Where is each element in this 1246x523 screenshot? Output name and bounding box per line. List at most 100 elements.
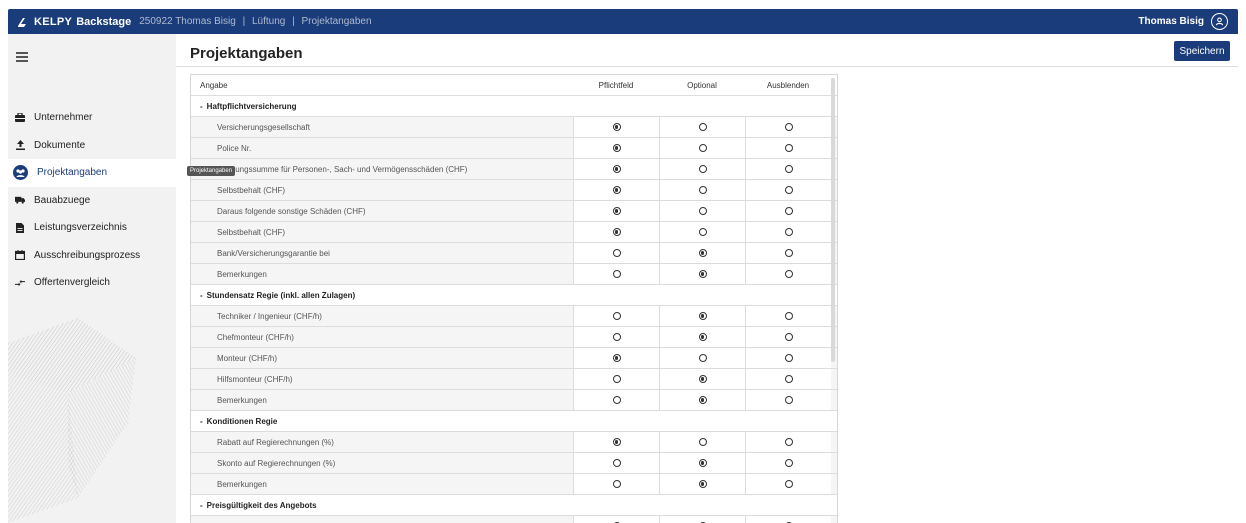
option-cell (659, 243, 745, 263)
radio-optional[interactable] (698, 144, 707, 152)
option-cell (573, 348, 659, 368)
collapse-icon[interactable]: - (200, 417, 203, 426)
user-circle-icon[interactable] (1211, 13, 1228, 30)
option-cell (659, 369, 745, 389)
projektangaben-table: Angabe Pflichtfeld Optional Ausblenden -… (190, 74, 838, 523)
sidebar-item-ausschreibungsprozess[interactable]: Ausschreibungsprozess (8, 242, 176, 270)
radio-optional[interactable] (698, 438, 707, 446)
radio-pflichtfeld[interactable] (612, 375, 621, 383)
radio-optional[interactable] (698, 123, 707, 131)
radio-pflichtfeld[interactable] (612, 312, 621, 320)
radio-optional[interactable] (698, 249, 707, 257)
row-label-text: Bemerkungen (217, 395, 267, 405)
radio-pflichtfeld[interactable] (612, 438, 621, 446)
radio-pflichtfeld[interactable] (612, 480, 621, 488)
sidebar-item-unternehmer[interactable]: Unternehmer (8, 104, 176, 132)
radio-pflichtfeld[interactable] (612, 186, 621, 194)
menu-icon[interactable] (16, 52, 28, 62)
radio-ausblenden[interactable] (784, 123, 793, 131)
option-cell (745, 453, 831, 473)
table-group-row[interactable]: - Stundensatz Regie (inkl. allen Zulagen) (191, 285, 837, 306)
option-cell (659, 264, 745, 284)
radio-optional[interactable] (698, 396, 707, 404)
radio-ausblenden[interactable] (784, 312, 793, 320)
row-label-text: Rabatt auf Regierechnungen (%) (217, 437, 334, 447)
row-label-text: Selbstbehalt (CHF) (217, 185, 286, 195)
option-cell (745, 369, 831, 389)
radio-optional[interactable] (698, 333, 707, 341)
table-group-row[interactable]: - Preisgültigkeit des Angebots (191, 495, 837, 516)
radio-ausblenden[interactable] (784, 207, 793, 215)
radio-pflichtfeld[interactable] (612, 207, 621, 215)
row-label-text: Haftpflichtversicherung (206, 101, 297, 111)
radio-ausblenden[interactable] (784, 270, 793, 278)
radio-optional[interactable] (698, 480, 707, 488)
table-group-row[interactable]: - Konditionen Regie (191, 411, 837, 432)
collapse-icon[interactable]: - (200, 291, 203, 300)
sidebar-item-bauabzuege[interactable]: Bauabzuege (8, 187, 176, 215)
breadcrumb-project[interactable]: 250922 Thomas Bisig (139, 16, 236, 27)
scrollbar[interactable] (831, 78, 835, 362)
divider (176, 66, 1238, 67)
breadcrumb-separator: | (292, 16, 295, 27)
radio-optional[interactable] (698, 459, 707, 467)
user-menu[interactable]: Thomas Bisig (1138, 13, 1228, 30)
radio-ausblenden[interactable] (784, 375, 793, 383)
radio-ausblenden[interactable] (784, 333, 793, 341)
radio-ausblenden[interactable] (784, 354, 793, 362)
collapse-icon[interactable]: - (200, 102, 203, 111)
radio-optional[interactable] (698, 186, 707, 194)
radio-optional[interactable] (698, 375, 707, 383)
radio-optional[interactable] (698, 354, 707, 362)
save-button[interactable]: Speichern (1174, 41, 1230, 61)
radio-optional[interactable] (698, 228, 707, 236)
sidebar-item-projektangaben[interactable]: Projektangaben (8, 159, 176, 187)
row-label: Bank/Versicherungsgarantie bei (191, 243, 573, 263)
radio-pflichtfeld[interactable] (612, 270, 621, 278)
row-label: Bemerkungen (191, 474, 573, 494)
radio-ausblenden[interactable] (784, 438, 793, 446)
row-label: Skonto auf Regierechnungen (%) (191, 453, 573, 473)
table-group-row[interactable]: - Haftpflichtversicherung (191, 96, 837, 117)
radio-optional[interactable] (698, 270, 707, 278)
briefcase-icon (15, 113, 25, 123)
row-label: Police Nr. (191, 138, 573, 158)
collapse-icon[interactable]: - (200, 501, 203, 510)
compare-icon (15, 278, 25, 288)
radio-optional[interactable] (698, 207, 707, 215)
table-row: Police Nr. (191, 138, 837, 159)
radio-ausblenden[interactable] (784, 480, 793, 488)
radio-ausblenden[interactable] (784, 228, 793, 236)
table-row: Bemerkungen (191, 264, 837, 285)
radio-optional[interactable] (698, 312, 707, 320)
user-name[interactable]: Thomas Bisig (1138, 16, 1204, 27)
page-title: Projektangaben (190, 45, 303, 62)
option-cell (573, 222, 659, 242)
radio-pflichtfeld[interactable] (612, 249, 621, 257)
brand[interactable]: KELPY Backstage (16, 15, 131, 29)
option-cell (745, 306, 831, 326)
radio-ausblenden[interactable] (784, 144, 793, 152)
radio-pflichtfeld[interactable] (612, 333, 621, 341)
radio-pflichtfeld[interactable] (612, 354, 621, 362)
radio-pflichtfeld[interactable] (612, 165, 621, 173)
radio-ausblenden[interactable] (784, 396, 793, 404)
radio-ausblenden[interactable] (784, 249, 793, 257)
radio-optional[interactable] (698, 165, 707, 173)
radio-ausblenden[interactable] (784, 165, 793, 173)
row-label-text: Bank/Versicherungsgarantie bei (217, 248, 330, 258)
sidebar-item-leistungsverzeichnis[interactable]: Leistungsverzeichnis (8, 214, 176, 242)
breadcrumb-section[interactable]: Lüftung (252, 16, 285, 27)
radio-ausblenden[interactable] (784, 459, 793, 467)
radio-pflichtfeld[interactable] (612, 459, 621, 467)
radio-pflichtfeld[interactable] (612, 228, 621, 236)
radio-pflichtfeld[interactable] (612, 396, 621, 404)
radio-ausblenden[interactable] (784, 186, 793, 194)
row-label: Daraus folgende sonstige Schäden (CHF) (191, 201, 573, 221)
radio-pflichtfeld[interactable] (612, 144, 621, 152)
sidebar-item-offertenvergleich[interactable]: Offertenvergleich (8, 269, 176, 297)
sidebar-item-label: Projektangaben (37, 167, 108, 179)
row-label: - Konditionen Regie (191, 411, 573, 431)
sidebar-item-dokumente[interactable]: Dokumente (8, 132, 176, 160)
radio-pflichtfeld[interactable] (612, 123, 621, 131)
